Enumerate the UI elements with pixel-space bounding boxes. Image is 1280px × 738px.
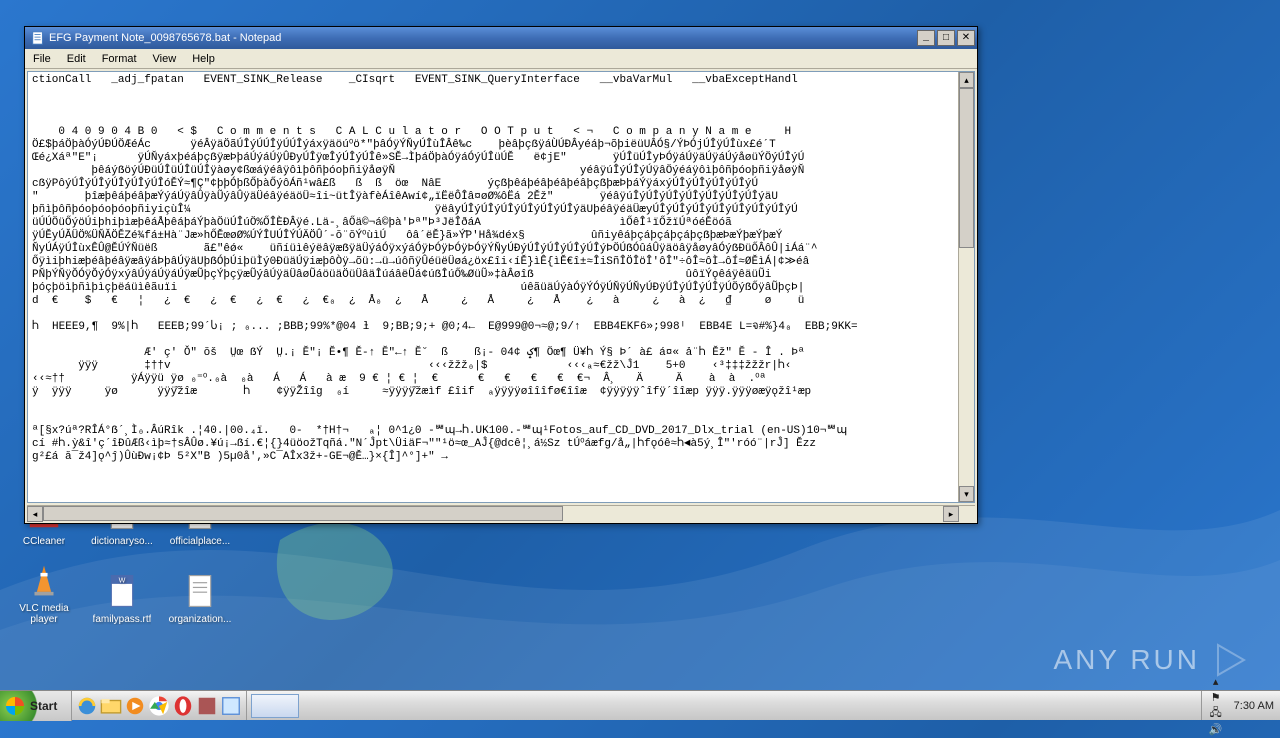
officialplace-label: officialplace... bbox=[170, 536, 230, 547]
familypass-label: familypass.rtf bbox=[93, 614, 152, 625]
organization-icon bbox=[181, 572, 219, 610]
menu-view[interactable]: View bbox=[145, 51, 185, 67]
menu-file[interactable]: File bbox=[25, 51, 59, 67]
dictionaryso-label: dictionaryso... bbox=[91, 536, 153, 547]
vlc-icon bbox=[25, 561, 63, 599]
notepad-window: EFG Payment Note_0098765678.bat - Notepa… bbox=[24, 26, 978, 524]
quick-launch bbox=[72, 691, 247, 720]
window-title: EFG Payment Note_0098765678.bat - Notepa… bbox=[49, 32, 915, 44]
menubar: FileEditFormatViewHelp bbox=[25, 49, 977, 69]
explorer-icon[interactable] bbox=[100, 695, 122, 717]
watermark-text: ANY RUN bbox=[1053, 644, 1200, 676]
start-button[interactable]: Start bbox=[0, 691, 72, 721]
show-hidden-icons[interactable]: ▴ bbox=[1208, 674, 1224, 690]
scroll-up-button[interactable]: ▴ bbox=[959, 72, 974, 88]
svg-text:W: W bbox=[119, 577, 126, 585]
editor-area: ctionCall _adj_fpatan EVENT_SINK_Release… bbox=[27, 71, 975, 503]
show-desktop-icon[interactable] bbox=[220, 695, 242, 717]
vertical-scrollbar[interactable]: ▴ ▾ bbox=[958, 72, 974, 502]
close-button[interactable]: ✕ bbox=[957, 30, 975, 46]
scroll-left-button[interactable]: ◂ bbox=[27, 506, 43, 522]
desktop-familypass[interactable]: Wfamilypass.rtf bbox=[83, 551, 161, 629]
vscroll-thumb[interactable] bbox=[959, 88, 974, 248]
start-label: Start bbox=[30, 699, 57, 713]
titlebar[interactable]: EFG Payment Note_0098765678.bat - Notepa… bbox=[25, 27, 977, 49]
ie-icon[interactable] bbox=[76, 695, 98, 717]
opera-icon[interactable] bbox=[172, 695, 194, 717]
sound-icon[interactable]: 🔊 bbox=[1208, 722, 1224, 738]
taskbar-app-notepad[interactable] bbox=[251, 694, 299, 718]
menu-edit[interactable]: Edit bbox=[59, 51, 94, 67]
vlc-label: VLC media player bbox=[9, 603, 79, 625]
ccleaner-label: CCleaner bbox=[23, 536, 65, 547]
organization-label: organization... bbox=[169, 614, 232, 625]
app-icon[interactable] bbox=[196, 695, 218, 717]
desktop-organization[interactable]: organization... bbox=[161, 551, 239, 629]
horizontal-scrollbar[interactable]: ◂ ▸ bbox=[27, 505, 975, 521]
minimize-button[interactable]: _ bbox=[917, 30, 935, 46]
notepad-icon bbox=[31, 31, 45, 45]
menu-help[interactable]: Help bbox=[184, 51, 223, 67]
maximize-button[interactable]: □ bbox=[937, 30, 955, 46]
clock[interactable]: 7:30 AM bbox=[1234, 700, 1274, 712]
menu-format[interactable]: Format bbox=[94, 51, 145, 67]
desktop-vlc[interactable]: VLC media player bbox=[5, 551, 83, 629]
taskbar: Start ▴⚑🖧🔊 7:30 AM bbox=[0, 690, 1280, 720]
chrome-icon[interactable] bbox=[148, 695, 170, 717]
scroll-down-button[interactable]: ▾ bbox=[959, 486, 974, 502]
network-icon[interactable]: 🖧 bbox=[1208, 706, 1224, 722]
scroll-right-button[interactable]: ▸ bbox=[943, 506, 959, 522]
text-content[interactable]: ctionCall _adj_fpatan EVENT_SINK_Release… bbox=[28, 72, 958, 502]
wmp-icon[interactable] bbox=[124, 695, 146, 717]
system-tray: ▴⚑🖧🔊 7:30 AM bbox=[1201, 691, 1280, 720]
familypass-icon: W bbox=[103, 572, 141, 610]
hscroll-thumb[interactable] bbox=[43, 506, 563, 521]
